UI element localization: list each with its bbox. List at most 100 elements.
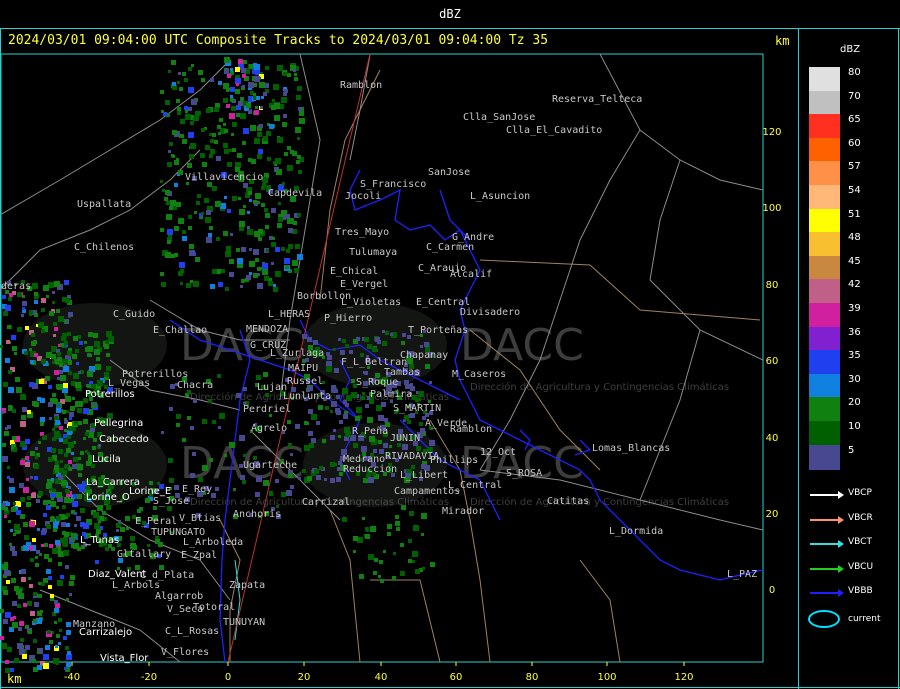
echo-cell: [38, 594, 42, 598]
y-tick-label: 120: [762, 127, 781, 138]
echo-cell: [59, 363, 63, 367]
echo-cell: [36, 550, 40, 554]
echo-cell: [157, 482, 160, 485]
echo-cell: [33, 619, 37, 623]
echo-cell: [290, 485, 294, 489]
legend-swatch: [809, 232, 840, 258]
echo-cell: [223, 143, 228, 148]
echo-cell: [164, 197, 168, 201]
echo-cell: [223, 123, 226, 126]
place-label: R_Peña: [352, 426, 388, 437]
echo-cell: [226, 89, 229, 92]
echo-cell: [375, 349, 378, 352]
echo-cell: [130, 536, 135, 541]
echo-cell: [365, 404, 369, 408]
echo-cell: [223, 83, 229, 89]
echo-cell: [22, 407, 27, 412]
echo-cell: [182, 236, 187, 241]
echo-cell: [202, 162, 207, 167]
echo-cell: [22, 307, 25, 310]
echo-cell: [167, 229, 173, 235]
echo-cell: [339, 420, 343, 424]
echo-cell: [284, 152, 288, 156]
echo-cell: [55, 461, 59, 465]
echo-cell: [52, 361, 55, 364]
echo-cell: [169, 142, 173, 146]
echo-cell: [11, 507, 16, 512]
echo-cell: [271, 208, 276, 213]
echo-cell: [72, 354, 77, 359]
echo-cell: [171, 60, 176, 65]
place-label: Anchoris: [233, 509, 281, 520]
place-label: 12_Oct: [480, 447, 516, 458]
place-label: Chapanay: [400, 350, 448, 361]
legend-swatch: [809, 350, 840, 376]
echo-cell: [188, 215, 192, 219]
echo-cell: [330, 435, 335, 440]
echo-cell: [41, 359, 46, 364]
echo-cell: [246, 275, 251, 280]
echo-cell: [174, 183, 178, 187]
echo-cell: [54, 608, 59, 613]
echo-cell: [29, 310, 33, 314]
echo-cell: [296, 95, 301, 100]
echo-cell: [254, 138, 260, 144]
echo-cell: [44, 554, 49, 559]
echo-cell: [210, 78, 214, 82]
echo-cell: [64, 341, 68, 345]
echo-cell: [53, 334, 56, 337]
echo-cell: [65, 396, 71, 402]
place-label: E_Zpal: [181, 550, 217, 561]
echo-cell: [229, 113, 235, 119]
place-label: L_Libert: [400, 470, 448, 481]
echo-cell: [273, 84, 279, 90]
echo-cell: [3, 311, 8, 316]
place-label: Chacra: [177, 380, 213, 391]
echo-cell: [50, 501, 56, 507]
echo-cell: [14, 658, 19, 663]
echo-cell: [283, 72, 287, 76]
echo-cell: [54, 431, 60, 437]
echo-cell: [365, 534, 370, 539]
echo-cell: [66, 622, 71, 627]
echo-cell: [27, 496, 31, 500]
echo-cell: [342, 339, 346, 343]
place-label: L_Arboleda: [183, 537, 243, 548]
echo-cell: [40, 417, 45, 422]
echo-cell: [224, 57, 230, 63]
echo-cell: [9, 293, 13, 297]
radar-map[interactable]: DACC DACCDACC DACCDirección de Agricultura…: [0, 0, 798, 689]
echo-cell: [165, 190, 170, 195]
echo-cell: [68, 312, 73, 317]
x-tick-label: -40: [64, 672, 80, 683]
echo-cell: [38, 491, 43, 496]
echo-cell: [43, 654, 49, 660]
place-label: Mirador: [442, 506, 484, 517]
echo-cell: [316, 475, 321, 480]
echo-cell: [425, 364, 430, 369]
echo-cell: [21, 569, 26, 574]
echo-cell: [253, 93, 256, 96]
echo-cell: [78, 457, 81, 460]
place-label: S_ROSA: [506, 468, 542, 479]
echo-cell: [278, 214, 281, 217]
echo-cell: [209, 226, 213, 230]
echo-cell: [190, 121, 194, 125]
echo-cell: [3, 382, 8, 387]
echo-cell: [169, 206, 173, 210]
echo-cell: [23, 603, 27, 607]
echo-cell: [298, 477, 301, 480]
legend-swatch: [809, 255, 840, 281]
echo-cell: [165, 100, 170, 105]
echo-cell: [382, 330, 385, 333]
place-label: S_MARTIN: [393, 403, 441, 414]
echo-cell: [287, 218, 293, 224]
echo-cell: [178, 170, 183, 175]
echo-cell: [66, 523, 70, 527]
echo-cell: [44, 543, 48, 547]
echo-cell: [212, 133, 216, 137]
echo-cell: [338, 461, 342, 465]
echo-cell: [88, 332, 93, 337]
echo-cell: [342, 517, 347, 522]
echo-cell: [271, 242, 276, 247]
